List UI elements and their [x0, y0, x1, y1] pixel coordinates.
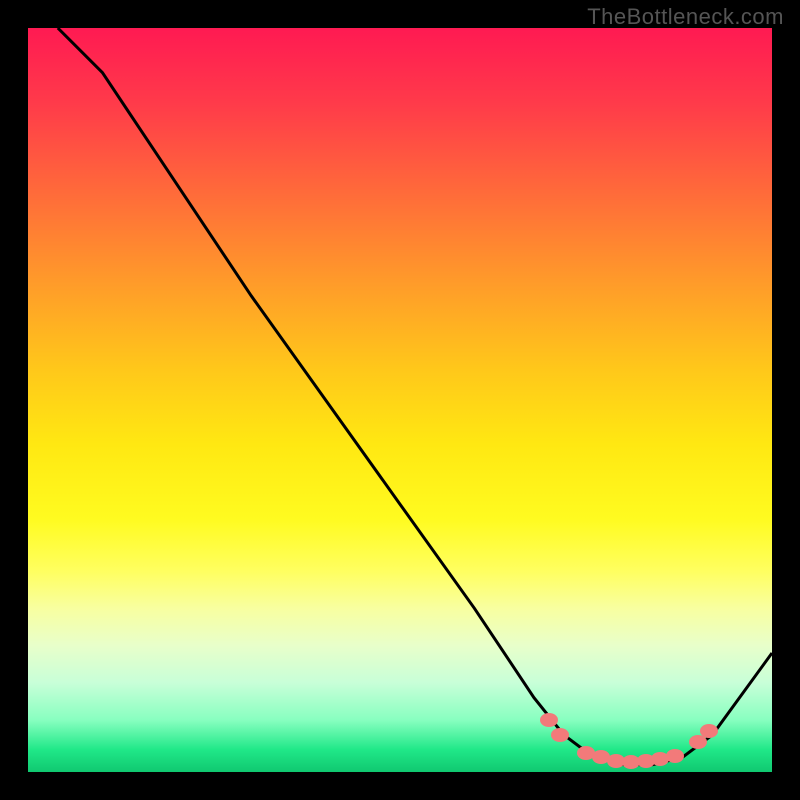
watermark-text: TheBottleneck.com	[587, 4, 784, 30]
chart-marker	[666, 749, 684, 763]
chart-curve-svg	[28, 28, 772, 772]
bottleneck-curve-line	[58, 28, 772, 765]
chart-marker	[551, 728, 569, 742]
chart-marker	[700, 724, 718, 738]
chart-plot-area	[28, 28, 772, 772]
chart-marker	[540, 713, 558, 727]
